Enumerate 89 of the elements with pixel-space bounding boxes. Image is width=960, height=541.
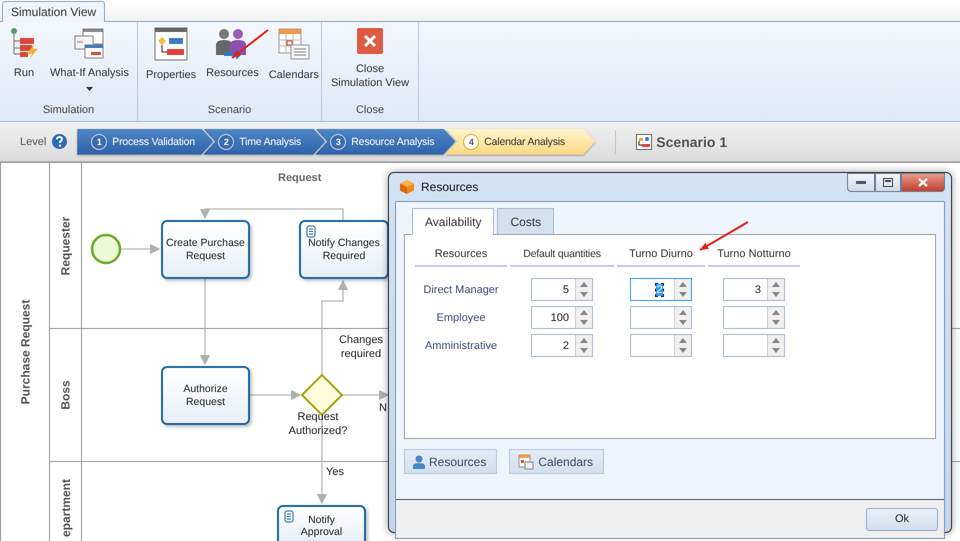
- flow-label: Request Authorized?: [288, 410, 348, 438]
- close-view-button[interactable]: Close Simulation View: [325, 26, 415, 98]
- resources-button[interactable]: Resources: [404, 449, 498, 474]
- group-label: Simulation: [42, 103, 96, 118]
- number-spinner[interactable]: [723, 334, 785, 357]
- column-header: Default quantities: [510, 244, 614, 267]
- up-arrow-icon: [580, 310, 588, 315]
- level-step[interactable]: 1 Process Validation: [77, 128, 214, 154]
- up-arrow-icon: [679, 282, 687, 287]
- pool-label: Purchase Request: [18, 300, 32, 404]
- sequence-flow: [121, 244, 160, 254]
- task-box: Notify Approval: [277, 505, 366, 541]
- number-spinner[interactable]: [630, 306, 692, 329]
- lane-label: Requester: [58, 216, 72, 275]
- minimize-button[interactable]: [847, 173, 875, 192]
- sequence-flow: [250, 390, 302, 400]
- dialog-title: Resources: [421, 180, 478, 194]
- number-spinner[interactable]: 100: [531, 306, 593, 329]
- down-arrow-icon: [679, 292, 687, 298]
- group-label: Scenario: [206, 103, 252, 118]
- resource-name: Employee: [436, 312, 486, 324]
- up-arrow-icon: [679, 310, 687, 315]
- lane-label: epartment: [58, 479, 72, 537]
- number-spinner[interactable]: 5: [531, 278, 593, 301]
- calendar-icon: [518, 454, 534, 470]
- what-if-analysis-button[interactable]: What-If Analysis: [46, 26, 133, 98]
- scenario-icon: [636, 134, 652, 150]
- dialog-tab[interactable]: Costs: [497, 208, 554, 234]
- lane-heading: Request: [278, 171, 322, 185]
- flowchart-icon: [8, 27, 40, 59]
- down-arrow-icon: [772, 292, 780, 298]
- close-icon: [356, 27, 384, 55]
- up-arrow-icon: [580, 282, 588, 287]
- close-button[interactable]: [901, 173, 945, 192]
- task-box: Notify Changes Required: [299, 220, 389, 279]
- resource-name: Amministrative: [424, 340, 498, 352]
- down-arrow-icon: [679, 320, 687, 326]
- sequence-flow: [342, 390, 390, 400]
- diagram-icon: [154, 27, 188, 61]
- help-icon: [52, 134, 68, 149]
- up-arrow-icon: [772, 338, 780, 343]
- close-icon: [918, 178, 928, 187]
- flow-label: Yes: [326, 465, 344, 479]
- cube-icon: [399, 179, 415, 195]
- script-icon: [284, 510, 294, 523]
- down-arrow-icon: [580, 292, 588, 298]
- up-arrow-icon: [679, 338, 687, 343]
- number-spinner[interactable]: 3: [723, 278, 785, 301]
- up-arrow-icon: [772, 282, 780, 287]
- ok-button[interactable]: Ok: [866, 508, 938, 530]
- task-box: Create Purchase Request: [161, 220, 250, 279]
- person-icon: [413, 454, 425, 468]
- level-step[interactable]: 3 Resource Analysis: [315, 128, 456, 154]
- properties-button[interactable]: Properties: [142, 26, 200, 98]
- start-event: [90, 233, 122, 265]
- resources-button[interactable]: Resources: [202, 26, 263, 98]
- ribbon-tab[interactable]: Simulation View: [2, 1, 106, 22]
- task-box: Authorize Request: [161, 366, 250, 425]
- maximize-icon: [883, 178, 893, 187]
- level-label: Level: [20, 136, 46, 148]
- flow-label: Changes required: [338, 333, 384, 361]
- number-spinner[interactable]: 2: [531, 334, 593, 357]
- level-step[interactable]: 2 Time Analysis: [203, 128, 326, 154]
- script-icon: [306, 225, 316, 238]
- up-arrow-icon: [772, 310, 780, 315]
- windows-icon: [73, 27, 106, 59]
- dialog-tab[interactable]: Availability: [412, 208, 494, 235]
- down-arrow-icon: [679, 348, 687, 354]
- group-label: Close: [354, 103, 386, 118]
- calendars-button[interactable]: Calendars: [264, 26, 323, 98]
- maximize-button[interactable]: [875, 173, 901, 192]
- run-button[interactable]: Run: [4, 26, 44, 98]
- flow-label: N: [379, 401, 387, 415]
- down-arrow-icon: [772, 348, 780, 354]
- calendars-button[interactable]: Calendars: [509, 449, 604, 474]
- calendar-icon: [276, 27, 311, 61]
- number-spinner[interactable]: [723, 306, 785, 329]
- scenario-name: Scenario 1: [656, 134, 728, 150]
- down-arrow-icon: [580, 320, 588, 326]
- down-arrow-icon: [580, 348, 588, 354]
- column-header: Turno Notturno: [708, 244, 800, 267]
- resource-name: Direct Manager: [422, 284, 500, 296]
- level-step[interactable]: 4 Calendar Analysis: [445, 128, 596, 154]
- minimize-icon: [856, 181, 866, 184]
- lane-label: Boss: [58, 380, 72, 410]
- down-arrow-icon: [772, 320, 780, 326]
- column-header: Resources: [415, 244, 507, 267]
- number-spinner[interactable]: [630, 334, 692, 357]
- up-arrow-icon: [580, 338, 588, 343]
